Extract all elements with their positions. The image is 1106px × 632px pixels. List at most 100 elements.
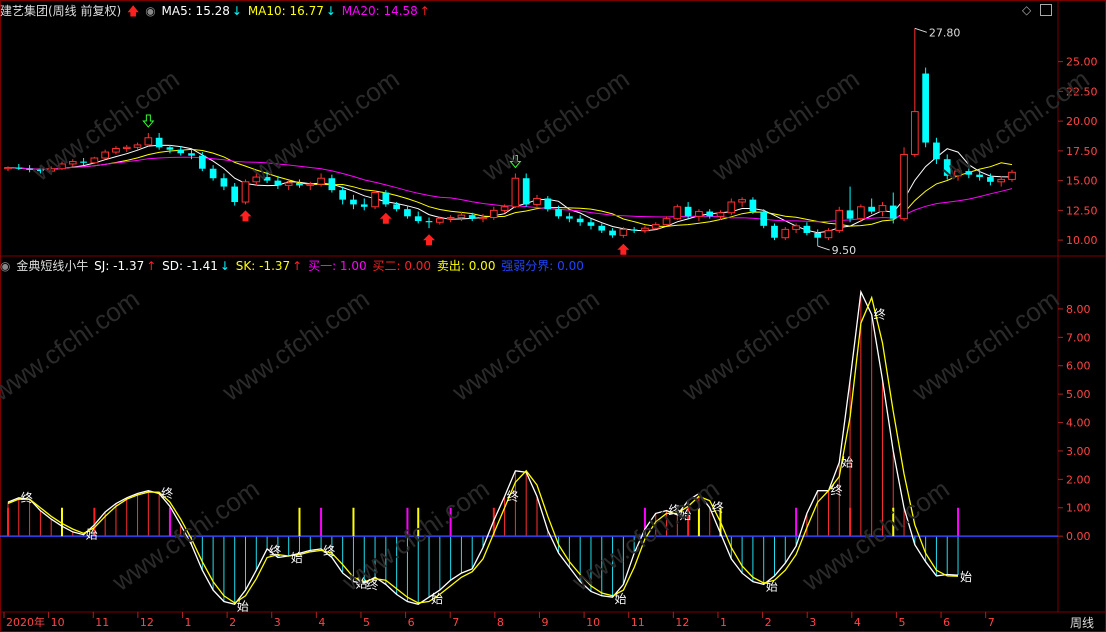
signal-label: 终 [830,483,842,498]
candle-body [868,206,876,212]
candle-body [166,147,174,150]
time-axis-label: 11 [631,616,645,629]
sj-value: SJ: -1.37 [94,259,145,273]
indicator-tick-label: 7.00 [1066,331,1091,344]
candle-body [489,209,498,218]
candle-body [987,177,994,182]
buy-arrow-icon [423,234,436,246]
price-tick-label: 17.50 [1066,145,1098,158]
signal-label: 终 [161,486,173,501]
candle-body [306,183,315,186]
timeframe-label[interactable]: 周线 [1070,614,1094,631]
signal-label: 始 [86,528,98,542]
candle-body [1008,171,1016,180]
up-arrow-icon: ↑ [419,4,430,18]
candle-body [317,177,325,185]
price-annotation-pointer [914,27,927,33]
candle-body [835,209,844,232]
candle-body [641,227,649,232]
candle-body [673,206,682,220]
candle-body [792,225,800,230]
candle-body [997,178,1006,183]
time-axis-label: 12 [140,616,154,629]
candle-body [479,216,487,220]
candle-body [749,199,757,212]
candle-body [414,216,422,222]
diamond-icon[interactable]: ◇ [1022,3,1031,17]
time-axis-label: 11 [95,616,109,629]
candle-body [566,216,573,219]
time-axis-label: 6 [408,616,415,629]
candle-body [101,151,110,159]
up-arrow-icon: 🡅 [127,4,140,18]
ma-settings-icon[interactable]: ◉ [145,4,155,18]
price-tick-label: 12.50 [1066,204,1098,217]
time-axis-label: 10 [586,616,600,629]
price-tick-label: 15.00 [1066,175,1098,188]
candle-body [350,199,357,205]
time-axis-label: 12 [675,616,689,629]
time-axis-label: 7 [452,616,459,629]
time-axis-label: 9 [541,616,548,629]
candle-body [695,211,703,217]
buy2-value: 买二: 0.00 [372,259,432,273]
candle-body [544,198,552,210]
candle-body [771,225,778,238]
candle-body [630,229,638,231]
candle-body [824,230,833,239]
price-annotation-label: 9.50 [832,244,857,257]
signal-label: 终 [323,543,335,558]
time-axis-label: 10 [51,616,65,629]
indicator-name[interactable]: 金典短线小牛 [16,259,88,273]
buy1-value: 买一: 1.00 [308,259,367,273]
candle-body [133,144,142,148]
stock-title[interactable]: 建艺集团(周线 前复权) [0,4,121,18]
candle-body [976,174,983,178]
candle-body [371,192,379,208]
time-axis-label: 1 [184,616,191,629]
signal-label: 始 [431,592,443,606]
price-annotation-pointer [817,245,830,251]
indicator-settings-icon[interactable]: ◉ [0,259,10,273]
window-button-icon[interactable] [1040,4,1052,16]
candle-body [587,222,595,226]
ma5-value: MA5: 15.28 [161,4,230,18]
candle-body [144,137,153,146]
candle-body [533,197,541,205]
candle-body [684,206,692,217]
candle-body [900,153,908,220]
time-axis-label: 5 [898,616,905,629]
candle-body [122,146,131,149]
up-arrow-icon: ↑ [292,259,303,273]
candle-body [382,192,390,205]
up-arrow-icon: ↑ [146,259,157,273]
candle-body [522,178,530,205]
signal-label: 终 [874,307,886,322]
candle-body [446,216,455,220]
sd-value: SD: -1.41 [162,259,218,273]
candle-body [760,211,768,226]
candle-body [781,228,790,239]
candle-body [284,182,293,186]
indicator-tick-label: 5.00 [1066,388,1091,401]
candle-body [511,177,520,208]
signal-label: 始 [237,599,249,613]
candle-body [393,204,400,210]
signal-label: 始 [841,455,853,469]
candle-body [435,218,444,223]
candle-body [4,167,12,170]
indicator-tick-label: 2.00 [1066,473,1091,486]
time-axis-label: 5 [363,616,370,629]
candle-body [598,225,606,231]
time-axis-label: 3 [274,616,281,629]
candle-body [241,181,250,203]
signal-label: 终 [21,490,33,505]
candle-body [274,180,282,186]
time-axis-label: 1 [720,616,727,629]
price-tick-label: 20.00 [1066,115,1098,128]
candle-body [339,190,347,200]
candle-body [857,206,865,220]
candle-body [404,209,411,217]
price-annotation-label: 27.80 [929,26,961,39]
top-header: 建艺集团(周线 前复权) 🡅 ◉ MA5: 15.28 ↓ MA10: 16.77… [0,2,432,20]
